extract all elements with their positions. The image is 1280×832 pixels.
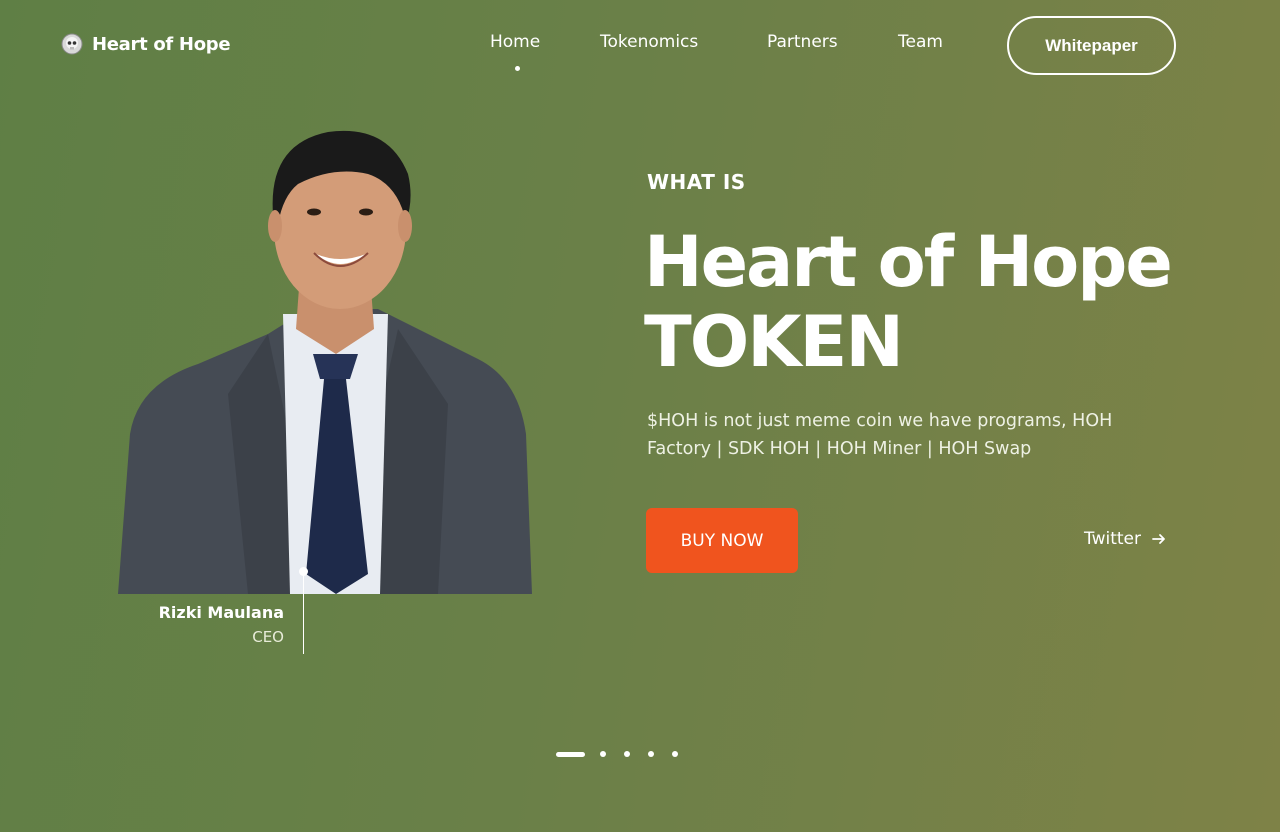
nav-active-indicator [515,66,520,71]
hero-title: Heart of Hope TOKEN [644,221,1173,383]
pagination-dot-3[interactable] [624,751,630,757]
nav-tokenomics[interactable]: Tokenomics [600,32,698,52]
caption-divider [303,572,304,654]
pagination-dot-4[interactable] [648,751,654,757]
pagination-dot-2[interactable] [600,751,606,757]
hero-title-line-1: Heart of Hope [644,221,1173,303]
ceo-portrait [118,104,534,596]
hero-eyebrow: WHAT IS [647,170,746,194]
pagination-dot-5[interactable] [672,751,678,757]
arrow-right-icon [1152,534,1165,544]
hero-description: $HOH is not just meme coin we have progr… [647,411,1113,459]
whitepaper-button[interactable]: Whitepaper [1007,16,1176,75]
slider-pagination [556,751,678,757]
person-name: Rizki Maulana [158,603,284,622]
pagination-active-bar[interactable] [556,751,585,757]
nav-home[interactable]: Home [490,32,540,52]
twitter-link-label: Twitter [1084,529,1141,549]
person-role: CEO [252,628,284,646]
hero-title-line-2: TOKEN [644,301,904,383]
nav-partners[interactable]: Partners [767,32,838,52]
twitter-link[interactable]: Twitter [1084,529,1167,549]
pagination-dots [600,751,678,757]
nav-team[interactable]: Team [898,32,943,52]
buy-now-button[interactable]: BUY NOW [646,508,798,573]
